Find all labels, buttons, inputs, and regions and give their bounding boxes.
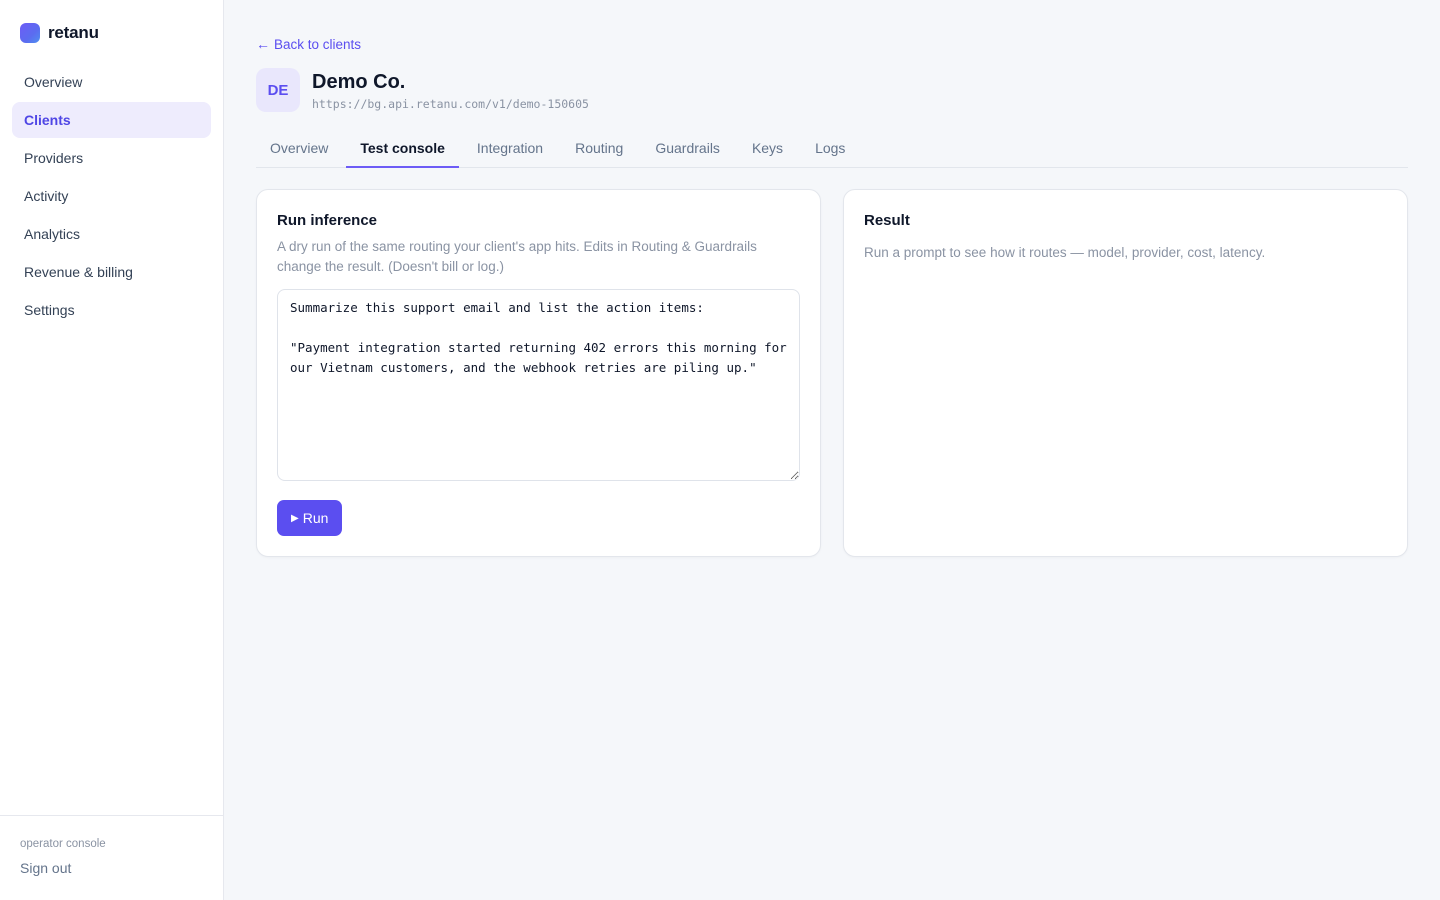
client-avatar: DE [256, 68, 300, 112]
result-title: Result [864, 212, 910, 229]
tab-routing[interactable]: Routing [561, 130, 637, 168]
tab-logs[interactable]: Logs [801, 130, 859, 168]
console-label: operator console [20, 838, 106, 850]
client-endpoint-url: https://bg.api.retanu.com/v1/demo-150605 [312, 96, 589, 111]
brand[interactable]: retanu [0, 0, 223, 44]
run-inference-description: A dry run of the same routing your clien… [277, 239, 757, 274]
main-content: ← Back to clients DE Demo Co. https://bg… [224, 0, 1440, 900]
sidebar-item-revenue-billing[interactable]: Revenue & billing [12, 254, 211, 290]
play-icon: ▶ [291, 512, 299, 524]
sidebar-item-activity[interactable]: Activity [12, 178, 211, 214]
client-header: DE Demo Co. https://bg.api.retanu.com/v1… [256, 68, 1408, 112]
sidebar-item-clients[interactable]: Clients [12, 102, 211, 138]
prompt-input[interactable] [277, 289, 800, 481]
run-button-label: Run [302, 510, 329, 526]
sidebar: retanu Overview Clients Providers Activi… [0, 0, 224, 900]
client-tabs: Overview Test console Integration Routin… [256, 130, 1408, 168]
back-link-label: Back to clients [274, 36, 362, 52]
tab-keys[interactable]: Keys [738, 130, 797, 168]
result-placeholder: Run a prompt to see how it routes — mode… [864, 245, 1266, 260]
sidebar-item-analytics[interactable]: Analytics [12, 216, 211, 252]
sidebar-nav: Overview Clients Providers Activity Anal… [0, 64, 223, 330]
tab-integration[interactable]: Integration [463, 130, 557, 168]
run-inference-title: Run inference [277, 212, 378, 229]
run-inference-card: Run inference A dry run of the same rout… [256, 189, 821, 557]
sidebar-item-providers[interactable]: Providers [12, 140, 211, 176]
back-to-clients-link[interactable]: ← Back to clients [256, 36, 361, 52]
run-button[interactable]: ▶ Run [277, 500, 343, 536]
sidebar-item-settings[interactable]: Settings [12, 292, 211, 328]
tab-test-console[interactable]: Test console [346, 130, 459, 168]
tab-guardrails[interactable]: Guardrails [641, 130, 734, 168]
console-panels: Run inference A dry run of the same rout… [256, 189, 1408, 557]
sidebar-footer: operator console Sign out [0, 815, 223, 900]
client-info: Demo Co. https://bg.api.retanu.com/v1/de… [312, 70, 589, 111]
sidebar-item-overview[interactable]: Overview [12, 64, 211, 100]
brand-name: retanu [48, 23, 99, 42]
tab-overview[interactable]: Overview [256, 130, 342, 168]
arrow-left-icon: ← [256, 36, 270, 52]
page-title: Demo Co. [312, 70, 406, 93]
result-card: Result Run a prompt to see how it routes… [843, 189, 1408, 557]
sign-out-link[interactable]: Sign out [20, 860, 203, 876]
brand-logo-icon [20, 23, 40, 43]
